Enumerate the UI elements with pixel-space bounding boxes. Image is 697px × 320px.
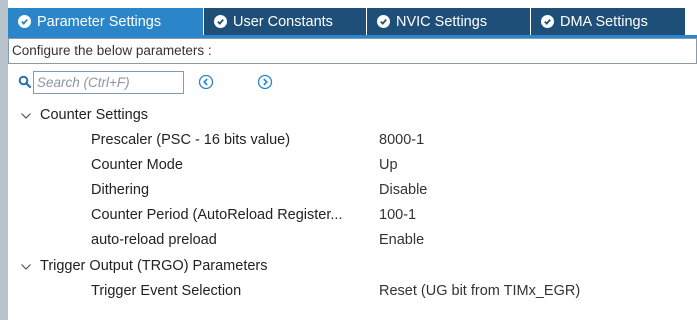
check-circle-icon <box>18 15 31 28</box>
param-name: auto-reload preload <box>91 232 217 248</box>
chevron-down-icon[interactable] <box>20 261 32 273</box>
param-value[interactable]: Disable <box>379 182 427 198</box>
tab-label: DMA Settings <box>560 13 648 30</box>
param-value[interactable]: Reset (UG bit from TIMx_EGR) <box>379 283 580 299</box>
group-counter-settings[interactable]: Counter Settings <box>8 105 697 127</box>
param-name: Prescaler (PSC - 16 bits value) <box>91 132 291 148</box>
tab-label: NVIC Settings <box>396 13 488 30</box>
check-circle-icon <box>377 15 390 28</box>
tab-label: User Constants <box>233 13 333 30</box>
param-row-auto-reload-preload[interactable]: auto-reload preload Enable <box>8 230 697 252</box>
tab-nvic-settings[interactable]: NVIC Settings <box>367 8 531 35</box>
param-name: Counter Period (AutoReload Register... <box>91 207 343 223</box>
param-value[interactable]: Up <box>379 157 398 173</box>
param-row-counter-mode[interactable]: Counter Mode Up <box>8 155 697 177</box>
param-row-counter-period[interactable]: Counter Period (AutoReload Register... 1… <box>8 205 697 227</box>
group-label: Counter Settings <box>40 107 149 123</box>
search-next-icon[interactable] <box>257 74 273 90</box>
info-text: Configure the below parameters : <box>12 43 212 58</box>
config-tabs: Parameter Settings User Constants NVIC S… <box>8 8 697 35</box>
search-input[interactable] <box>33 71 184 94</box>
param-name: Trigger Event Selection <box>91 283 242 299</box>
tab-user-constants[interactable]: User Constants <box>204 8 367 35</box>
check-circle-icon <box>541 15 554 28</box>
param-name: Counter Mode <box>91 157 183 173</box>
info-bar: Configure the below parameters : <box>8 38 697 64</box>
check-circle-icon <box>214 15 227 28</box>
tab-dma-settings[interactable]: DMA Settings <box>531 8 686 35</box>
param-row-prescaler[interactable]: Prescaler (PSC - 16 bits value) 8000-1 <box>8 130 697 152</box>
tab-label: Parameter Settings <box>37 13 162 30</box>
group-label: Trigger Output (TRGO) Parameters <box>40 258 268 274</box>
param-name: Dithering <box>91 182 150 198</box>
search-icon[interactable] <box>18 75 32 89</box>
param-row-dithering[interactable]: Dithering Disable <box>8 180 697 202</box>
left-panel-edge <box>0 0 8 320</box>
param-value[interactable]: 100-1 <box>379 207 416 223</box>
param-value[interactable]: 8000-1 <box>379 132 424 148</box>
search-previous-icon[interactable] <box>198 74 214 90</box>
param-value[interactable]: Enable <box>379 232 424 248</box>
group-trigger-output[interactable]: Trigger Output (TRGO) Parameters <box>8 256 697 278</box>
search-row <box>8 70 697 94</box>
param-row-trigger-event-selection[interactable]: Trigger Event Selection Reset (UG bit fr… <box>8 281 697 303</box>
tab-parameter-settings[interactable]: Parameter Settings <box>8 8 204 35</box>
chevron-down-icon[interactable] <box>20 110 32 122</box>
